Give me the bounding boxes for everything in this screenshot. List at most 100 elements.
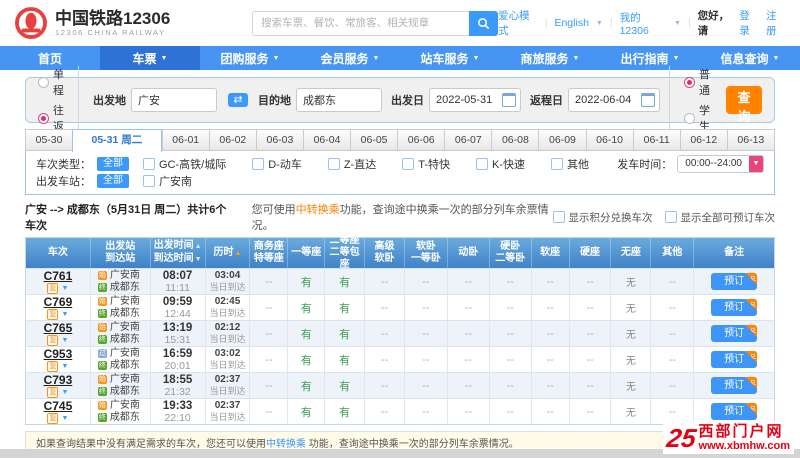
book-button[interactable]: 预订兑 [711, 273, 758, 290]
date-tab-05-30[interactable]: 05-30 [25, 129, 73, 151]
column-header-2: 出发站 到达站 [91, 238, 151, 268]
sort-icon[interactable]: ▲ [195, 243, 202, 250]
train-type-checkbox[interactable]: 其他 [551, 156, 589, 172]
expand-caret-icon[interactable]: ▼ [61, 389, 68, 396]
checkbox-icon[interactable] [551, 157, 564, 170]
date-tab-06-03[interactable]: 06-03 [255, 129, 303, 151]
train-type-checkbox[interactable]: K-快速 [476, 156, 525, 172]
login-link[interactable]: 登录 [739, 8, 759, 38]
date-tab-06-12[interactable]: 06-12 [679, 129, 727, 151]
radio-one-way[interactable]: 单程 [38, 66, 64, 98]
expand-caret-icon[interactable]: ▼ [61, 311, 68, 318]
date-tab-06-13[interactable]: 06-13 [726, 129, 775, 151]
watermark-url: www.xbmhw.com [698, 440, 790, 452]
sort-icon[interactable]: ▲ [235, 250, 242, 257]
train-number-link[interactable]: C745 [44, 400, 73, 412]
date-tab-05-31[interactable]: 05-31 周二 [72, 129, 162, 152]
train-type-checkbox[interactable]: GC-高铁/城际 [143, 156, 226, 172]
care-mode-link[interactable]: 爱心模式 [498, 8, 538, 38]
sort-icon[interactable]: ▼ [195, 256, 202, 263]
book-button[interactable]: 预订兑 [711, 377, 758, 394]
checkbox-icon[interactable] [143, 174, 155, 187]
train-number-link[interactable]: C761 [44, 270, 73, 282]
checkbox-icon[interactable] [327, 157, 340, 170]
radio-selected-icon[interactable] [684, 76, 695, 88]
train-type-checkbox[interactable]: T-特快 [402, 156, 450, 172]
book-button[interactable]: 预订兑 [711, 325, 758, 342]
column-header-3[interactable]: 出发时间▲ 到达时间▼ [151, 238, 206, 268]
radio-normal-passenger[interactable]: 普通 [684, 66, 710, 98]
toggle-points-trains[interactable]: 显示积分兑换车次 [552, 210, 653, 225]
train-type-checkbox[interactable]: Z-直达 [327, 156, 376, 172]
logo[interactable]: 中国铁路12306 12306 CHINA RAILWAY [14, 6, 246, 40]
to-station-input[interactable] [296, 88, 382, 112]
top-links: 爱心模式 | English ▼ | 我的12306 ▼ | 您好，请 登录 注… [498, 8, 786, 38]
seat-availability: -- [490, 399, 532, 424]
swap-stations-icon[interactable]: ⇄ [228, 93, 248, 107]
book-button[interactable]: 预订兑 [711, 351, 758, 368]
seat-availability: -- [405, 321, 448, 346]
transfer-link[interactable]: 中转换乘 [296, 204, 340, 216]
checkbox-icon[interactable] [252, 157, 265, 170]
nav-item-4[interactable]: 会员服务 ▼ [300, 46, 400, 70]
train-type-checkbox[interactable]: D-动车 [252, 156, 302, 172]
from-station-input[interactable] [131, 88, 217, 112]
expand-caret-icon[interactable]: ▼ [61, 337, 68, 344]
search-input[interactable] [252, 10, 470, 36]
nav-item-3[interactable]: 团购服务 ▼ [200, 46, 300, 70]
to-station: 成都东 [109, 411, 140, 423]
radio-selected-icon[interactable] [38, 112, 49, 124]
nav-item-6[interactable]: 商旅服务 ▼ [500, 46, 600, 70]
date-tab-06-07[interactable]: 06-07 [444, 129, 492, 151]
expand-caret-icon[interactable]: ▼ [61, 415, 68, 422]
toggle-all-bookable[interactable]: 显示全部可预订车次 [664, 210, 775, 225]
date-tab-06-09[interactable]: 06-09 [538, 129, 586, 151]
to-station: 成都东 [109, 385, 140, 397]
date-tab-06-08[interactable]: 06-08 [491, 129, 539, 151]
checkbox-icon[interactable] [402, 157, 415, 170]
radio-icon[interactable] [684, 112, 695, 124]
terminal-station-icon: 终 [97, 283, 107, 292]
checkbox-icon[interactable] [143, 157, 155, 170]
my12306-menu[interactable]: 我的12306 [620, 10, 667, 37]
chevron-down-icon: ▼ [672, 54, 680, 62]
register-link[interactable]: 注册 [766, 8, 786, 38]
to-station: 成都东 [109, 281, 140, 293]
train-type-all-badge[interactable]: 全部 [97, 156, 129, 171]
expand-caret-icon[interactable]: ▼ [61, 285, 68, 292]
search-button[interactable] [469, 10, 499, 36]
watermark: 25 西部门户网 www.xbmhw.com [662, 422, 794, 454]
depart-time-select[interactable]: 00:00--24:00 ▼ [677, 154, 764, 173]
date-tab-06-06[interactable]: 06-06 [397, 129, 445, 151]
expand-caret-icon[interactable]: ▼ [61, 363, 68, 370]
date-tab-06-05[interactable]: 06-05 [350, 129, 398, 151]
nav-item-8[interactable]: 信息查询 ▼ [700, 46, 800, 70]
query-button[interactable]: 查询 [726, 86, 762, 124]
checkbox-icon[interactable] [552, 211, 565, 223]
depart-station-checkbox[interactable]: 广安南 [143, 173, 192, 189]
depart-station-all-badge[interactable]: 全部 [97, 173, 129, 188]
calendar-icon[interactable] [502, 93, 516, 107]
radio-icon[interactable] [38, 76, 49, 88]
nav-item-2[interactable]: 车票 ▼ [100, 46, 200, 70]
nav-item-5[interactable]: 站车服务 ▼ [400, 46, 500, 70]
calendar-icon[interactable] [641, 93, 655, 107]
language-menu[interactable]: English [554, 17, 588, 29]
date-tab-06-10[interactable]: 06-10 [585, 129, 633, 151]
seat-availability: -- [532, 399, 570, 424]
date-tab-06-01[interactable]: 06-01 [161, 129, 209, 151]
train-number-link[interactable]: C765 [44, 322, 73, 334]
train-number-link[interactable]: C769 [44, 296, 73, 308]
origin-station-icon: 始 [97, 401, 107, 410]
column-header-4[interactable]: 历时▲ [206, 238, 251, 268]
train-number-link[interactable]: C953 [44, 348, 73, 360]
checkbox-icon[interactable] [664, 211, 677, 223]
book-button[interactable]: 预订兑 [711, 403, 758, 420]
train-row-C953: C953 复 ▼ 过广安南终成都东 16:59 20:01 03:02 当日到达 -- 有有 -- -… [26, 346, 774, 372]
book-button[interactable]: 预订兑 [711, 299, 758, 316]
date-tab-06-04[interactable]: 06-04 [302, 129, 351, 151]
date-tab-06-02[interactable]: 06-02 [208, 129, 256, 151]
train-number-link[interactable]: C793 [44, 374, 73, 386]
date-tab-06-11[interactable]: 06-11 [632, 129, 680, 151]
checkbox-icon[interactable] [476, 157, 489, 170]
